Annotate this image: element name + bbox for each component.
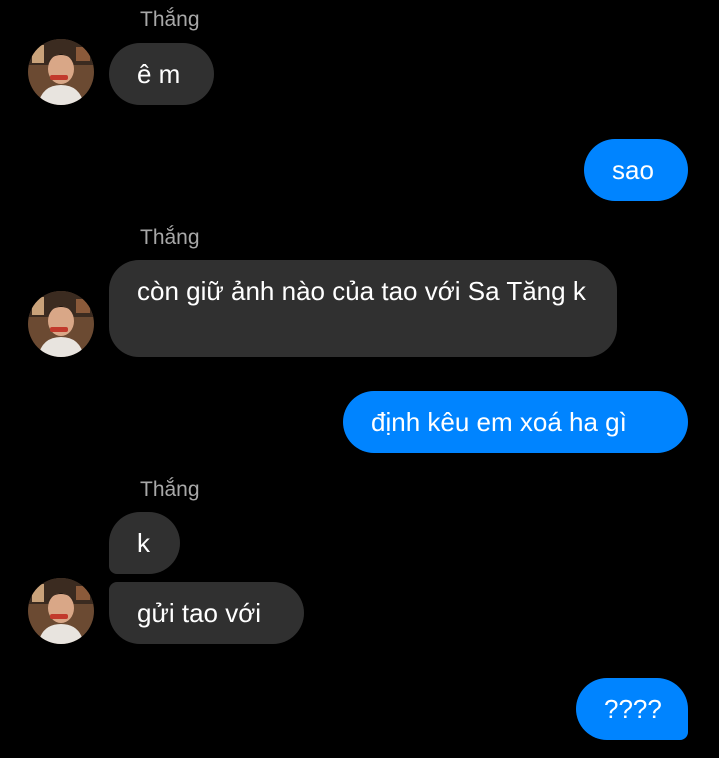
sender-name: Thắng bbox=[140, 478, 200, 501]
sender-name: Thắng bbox=[140, 8, 200, 31]
avatar-photo-icon bbox=[28, 291, 94, 357]
message-bubble-incoming[interactable]: k bbox=[109, 512, 180, 574]
message-bubble-outgoing[interactable]: sao bbox=[584, 139, 688, 201]
contact-avatar[interactable] bbox=[28, 291, 94, 357]
message-bubble-outgoing[interactable]: ???? bbox=[576, 678, 688, 740]
avatar-photo-icon bbox=[28, 578, 94, 644]
message-bubble-incoming[interactable]: ê m bbox=[109, 43, 214, 105]
message-bubble-incoming[interactable]: còn giữ ảnh nào của tao với Sa Tăng k bbox=[109, 260, 617, 357]
avatar-photo-icon bbox=[28, 39, 94, 105]
contact-avatar[interactable] bbox=[28, 39, 94, 105]
contact-avatar[interactable] bbox=[28, 578, 94, 644]
message-bubble-incoming[interactable]: gửi tao với bbox=[109, 582, 304, 644]
message-bubble-outgoing[interactable]: định kêu em xoá ha gì bbox=[343, 391, 688, 453]
sender-name: Thắng bbox=[140, 226, 200, 249]
